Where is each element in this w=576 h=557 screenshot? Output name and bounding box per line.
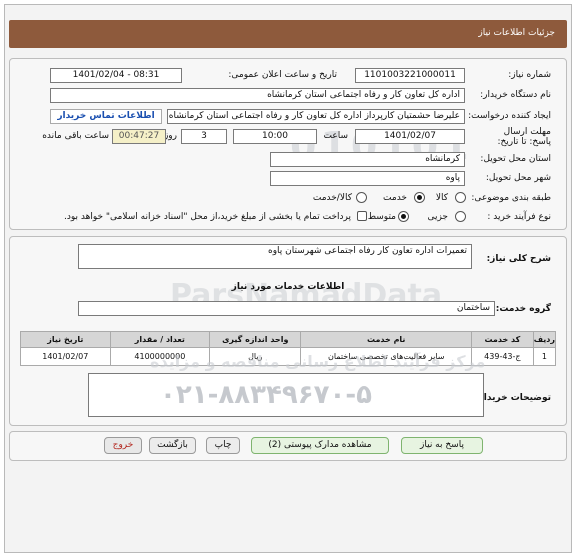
summary-label: شرح کلی نیاز: [486,254,551,264]
category-radio-goods[interactable] [455,192,466,203]
remaining-time-field: 00:47:27 [112,129,166,144]
deadline-date-field: 1401/02/07 [355,129,465,144]
deadline-time-label: ساعت [323,131,349,141]
need-info-panel [9,58,567,230]
deadline-label: مهلت ارسال پاسخ: تا تاریخ: [497,127,551,147]
process-radio-minor[interactable] [455,211,466,222]
exit-button[interactable]: خروج [104,437,142,454]
creator-label: ایجاد کننده درخواست: [468,111,551,121]
summary-field: تعمیرات اداره تعاون کار رفاه اجتماعی شهر… [78,244,472,269]
process-option-medium: متوسط [367,212,396,222]
category-option-service: خدمت [383,193,407,203]
service-group-label: گروه خدمت: [495,304,551,314]
cell-row: 1 [532,347,557,366]
announce-label: تاریخ و ساعت اعلان عمومی: [228,70,337,80]
cell-need-date: 1401/02/07 [20,347,111,366]
process-label: نوع فرآیند خرید : [487,212,551,222]
days-field: 3 [181,129,227,144]
announce-field: 1401/02/04 - 08:31 [50,68,182,83]
cell-service-name: سایر فعالیت‌های تخصصی ساختمان [300,347,473,366]
process-radio-medium[interactable] [398,211,409,222]
category-radio-service[interactable] [414,192,425,203]
col-unit: واحد اندازه گیری [209,331,302,348]
category-radio-goods-service[interactable] [356,192,367,203]
creator-field: علیرضا حشمتیان کارپرداز اداره کل تعاون ک… [167,109,465,124]
col-service-name: نام خدمت [300,331,473,348]
reply-button[interactable]: پاسخ به نیاز [401,437,483,454]
page-title: جزئیات اطلاعات نیاز [478,28,555,38]
page-header: جزئیات اطلاعات نیاز [9,20,567,48]
remaining-label: ساعت باقی مانده [42,131,109,141]
need-number-field: 1101003221000011 [355,68,465,83]
services-table: ردیف کد خدمت نام خدمت واحد اندازه گیری ت… [20,331,557,366]
table-row: 1 ج-43-439 سایر فعالیت‌های تخصصی ساختمان… [20,347,557,366]
province-label: استان محل تحویل: [480,154,551,164]
buyer-notes-label: توضیحات خریدار: [475,393,551,403]
cell-unit: ریال [209,347,302,366]
cell-service-code: ج-43-439 [471,347,534,366]
services-table-header: ردیف کد خدمت نام خدمت واحد اندازه گیری ت… [20,331,557,348]
buyer-field: اداره کل تعاون کار و رفاه اجتماعی استان … [50,88,465,103]
services-section-title: اطلاعات خدمات مورد نیاز [231,282,345,292]
contact-buyer-link[interactable]: اطلاعات تماس خریدار [50,109,162,124]
treasury-checkbox[interactable] [357,211,367,221]
province-field: کرمانشاه [270,152,465,167]
col-quantity: تعداد / مقدار [109,331,211,348]
buyer-label: نام دستگاه خریدار: [480,90,551,100]
service-group-field: ساختمان [78,301,495,316]
buyer-notes-field [88,373,484,417]
need-number-label: شماره نیاز: [508,70,551,80]
back-button[interactable]: بازگشت [149,437,196,454]
process-option-minor: جزیی [427,212,448,222]
category-option-goods-service: کالا/خدمت [312,193,352,203]
deadline-time-field: 10:00 [233,129,317,144]
category-option-goods: کالا [435,193,448,203]
col-service-code: کد خدمت [471,331,534,348]
col-need-date: تاریخ نیاز [20,331,111,348]
city-label: شهر محل تحویل: [485,173,551,183]
category-label: طبقه بندی موضوعی: [471,193,551,203]
city-field: پاوه [270,171,465,186]
cell-quantity: 4100000000 [109,347,211,366]
col-row: ردیف [532,331,557,348]
payment-note: پرداخت تمام یا بخشی از مبلغ خرید،از محل … [63,212,351,222]
print-button[interactable]: چاپ [206,437,240,454]
attachments-button[interactable]: مشاهده مدارک پیوستی (2) [251,437,389,454]
